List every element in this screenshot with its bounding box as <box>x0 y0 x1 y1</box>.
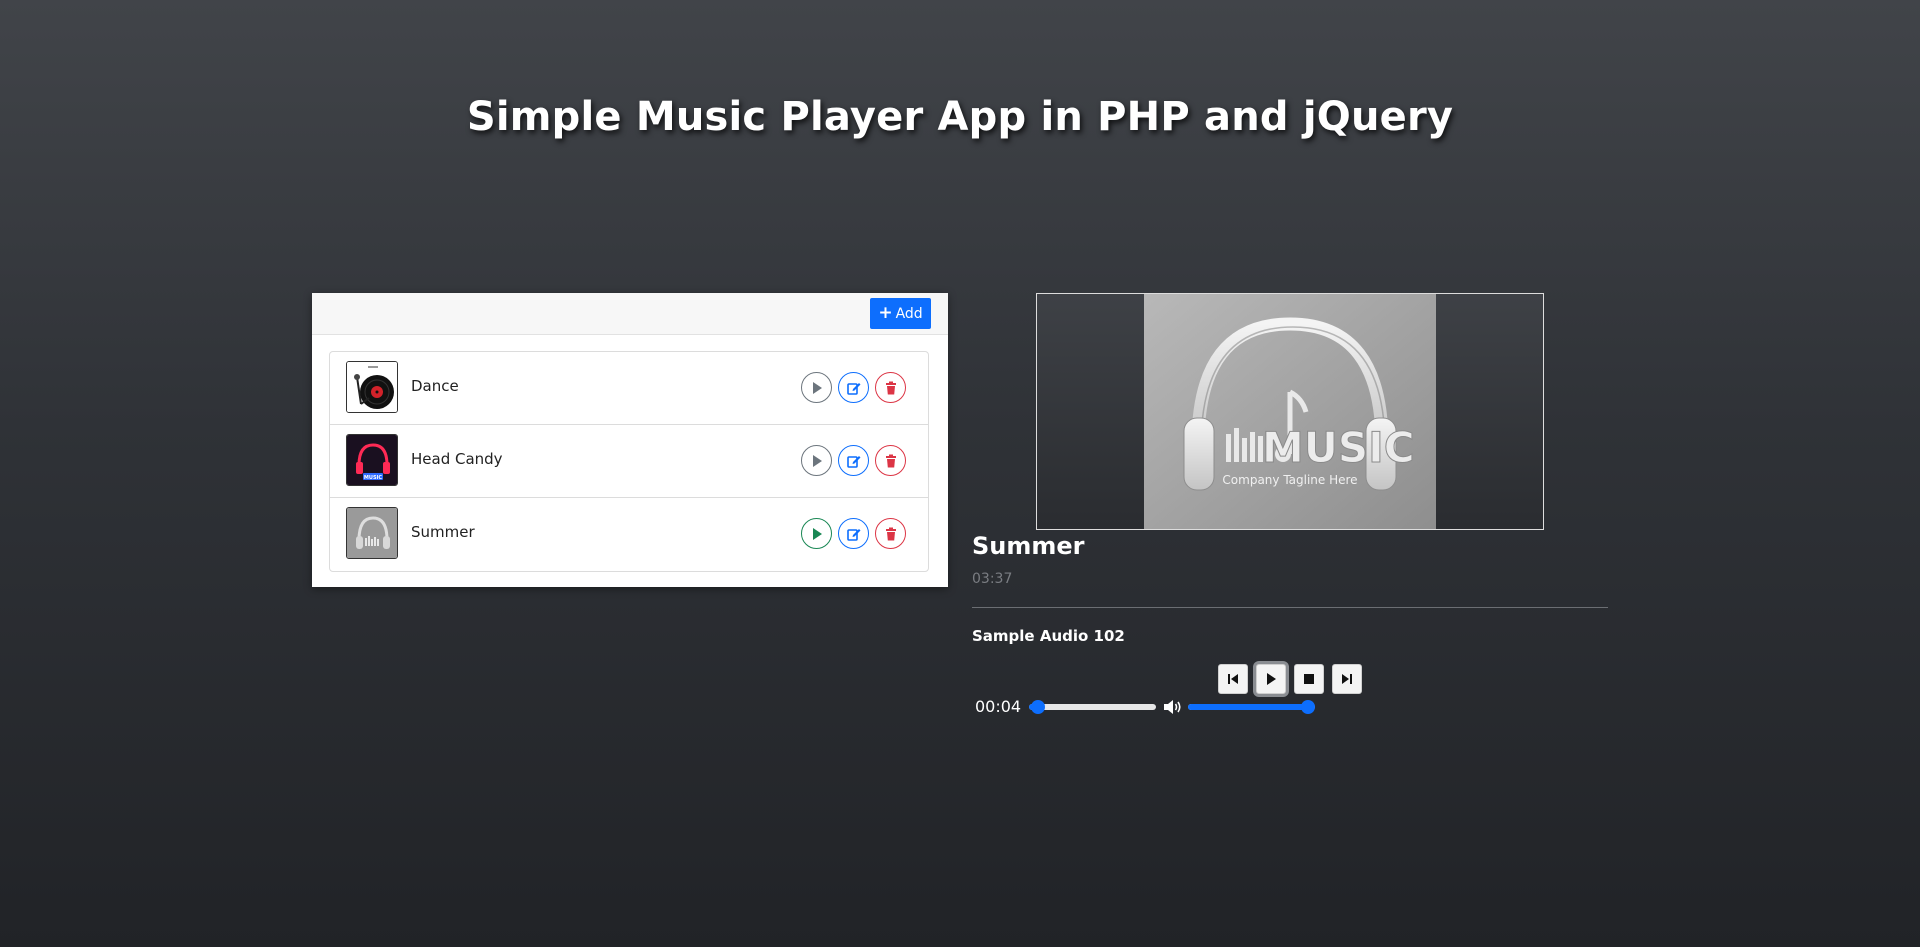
track-row: Summer <box>330 498 928 571</box>
edit-icon <box>846 455 860 468</box>
play-icon <box>812 381 822 394</box>
playlist-card: + Add Dance MUSIC Head Candy Summer <box>312 293 948 587</box>
player-divider <box>972 607 1608 608</box>
trash-icon <box>885 381 896 394</box>
playlist-header: + Add <box>312 293 948 335</box>
add-track-button[interactable]: + Add <box>870 298 931 329</box>
stop-button[interactable] <box>1294 664 1324 694</box>
track-actions <box>801 518 906 549</box>
now-playing-artist: Sample Audio 102 <box>972 627 1125 645</box>
edit-track-button[interactable] <box>838 372 869 403</box>
vinyl-turntable-thumb <box>346 361 398 413</box>
cover-logo-text: MUSIC <box>1262 423 1415 472</box>
cover-tagline: Company Tagline Here <box>1222 473 1357 487</box>
playback-controls <box>1218 664 1362 694</box>
edit-icon <box>846 382 860 395</box>
edit-track-button[interactable] <box>838 518 869 549</box>
trash-icon <box>885 527 896 540</box>
skip-forward-icon <box>1342 674 1352 684</box>
progress-knob[interactable] <box>1031 700 1046 714</box>
play-icon <box>812 454 822 467</box>
music-headphones-logo-thumb <box>346 507 398 559</box>
track-name: Dance <box>411 377 459 395</box>
volume-slider[interactable] <box>1188 700 1315 714</box>
progress-slider[interactable] <box>1029 700 1156 714</box>
play-icon <box>812 527 822 540</box>
page-title: Simple Music Player App in PHP and jQuer… <box>466 94 1454 140</box>
skip-back-icon <box>1228 674 1238 684</box>
plus-icon: + <box>878 303 893 323</box>
skip-forward-button[interactable] <box>1332 664 1362 694</box>
delete-track-button[interactable] <box>875 372 906 403</box>
add-button-label: Add <box>895 305 923 322</box>
edit-track-button[interactable] <box>838 445 869 476</box>
track-row: Dance <box>330 352 928 425</box>
volume-knob[interactable] <box>1301 700 1315 714</box>
track-name: Head Candy <box>411 450 503 468</box>
now-playing-duration: 03:37 <box>972 571 1013 587</box>
volume-icon[interactable] <box>1163 698 1183 716</box>
trash-icon <box>885 454 896 467</box>
svg-text:MUSIC: MUSIC <box>364 475 382 481</box>
volume-fill <box>1188 704 1308 710</box>
track-actions <box>801 372 906 403</box>
play-button[interactable] <box>1256 664 1286 694</box>
track-actions <box>801 445 906 476</box>
current-time: 00:04 <box>975 697 1022 716</box>
delete-track-button[interactable] <box>875 445 906 476</box>
play-track-button[interactable] <box>801 518 832 549</box>
edit-icon <box>846 528 860 541</box>
play-icon <box>1267 673 1276 685</box>
delete-track-button[interactable] <box>875 518 906 549</box>
now-playing-title: Summer <box>972 532 1085 560</box>
music-headphones-logo: MUSIC Company Tagline Here <box>1144 294 1436 529</box>
play-track-button[interactable] <box>801 445 832 476</box>
cover-art-frame: MUSIC Company Tagline Here <box>1036 293 1544 530</box>
neon-headphones-thumb: MUSIC <box>346 434 398 486</box>
skip-back-button[interactable] <box>1218 664 1248 694</box>
play-track-button[interactable] <box>801 372 832 403</box>
progress-track <box>1029 704 1156 710</box>
track-row: MUSIC Head Candy <box>330 425 928 498</box>
stop-icon <box>1304 674 1314 684</box>
track-name: Summer <box>411 523 475 541</box>
track-list: Dance MUSIC Head Candy Summer <box>329 351 929 572</box>
